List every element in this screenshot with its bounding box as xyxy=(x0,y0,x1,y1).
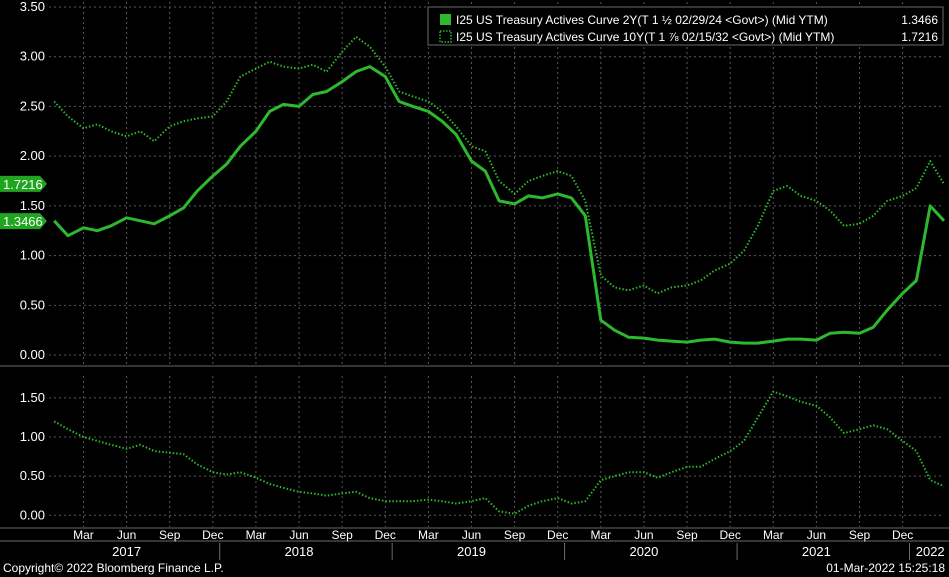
x-month-label: Dec xyxy=(892,528,913,542)
x-month-label: Jun xyxy=(462,528,481,542)
x-month-label: Mar xyxy=(73,528,94,542)
x-year-label: 2018 xyxy=(285,544,314,559)
last-value-label: 1.3466 xyxy=(0,213,47,230)
x-year-label: 2017 xyxy=(112,544,141,559)
x-month-label: Sep xyxy=(331,528,353,542)
x-year-label: 2022 xyxy=(916,544,945,559)
legend-swatch-solid xyxy=(440,14,451,25)
x-month-label: Jun xyxy=(634,528,653,542)
x-month-label: Mar xyxy=(590,528,611,542)
x-month-label: Mar xyxy=(763,528,784,542)
last-value-label: 1.7216 xyxy=(0,175,47,192)
x-month-label: Dec xyxy=(719,528,740,542)
legend-label: I25 US Treasury Actives Curve 10Y(T 1 ⅞ … xyxy=(456,30,834,44)
x-month-label: Sep xyxy=(159,528,181,542)
x-year-label: 2021 xyxy=(802,544,831,559)
x-month-label: Jun xyxy=(289,528,308,542)
chart: 0.00 0.50 1.00 1.50 2.00 2.50 3.00 3.50 1.7216 1.… xyxy=(0,0,949,560)
last-value-text: 1.7216 xyxy=(3,177,43,192)
upper-y-tick-label: 3.50 xyxy=(20,0,45,14)
upper-y-tick-label: 0.00 xyxy=(20,347,45,362)
lower-y-tick-label: 0.00 xyxy=(20,507,45,522)
timestamp-text: 01-Mar-2022 15:25:18 xyxy=(826,561,945,575)
x-month-label: Jun xyxy=(807,528,826,542)
upper-y-tick-label: 1.50 xyxy=(20,198,45,213)
lower-y-tick-label: 0.50 xyxy=(20,468,45,483)
x-month-label: Dec xyxy=(547,528,568,542)
x-year-label: 2020 xyxy=(629,544,658,559)
legend-value: 1.3466 xyxy=(901,13,938,27)
upper-y-tick-label: 2.50 xyxy=(20,98,45,113)
x-month-label: Sep xyxy=(676,528,698,542)
x-month-label: Mar xyxy=(246,528,267,542)
x-month-label: Sep xyxy=(849,528,871,542)
x-month-label: Jun xyxy=(117,528,136,542)
legend-label: I25 US Treasury Actives Curve 2Y(T 1 ½ 0… xyxy=(456,13,828,27)
last-value-text: 1.3466 xyxy=(3,214,43,229)
upper-y-tick-label: 1.00 xyxy=(20,248,45,263)
x-month-label: Dec xyxy=(202,528,223,542)
x-month-label: Dec xyxy=(375,528,396,542)
x-year-label: 2019 xyxy=(457,544,486,559)
upper-y-tick-label: 2.00 xyxy=(20,148,45,163)
upper-y-tick-label: 3.00 xyxy=(20,49,45,64)
upper-y-tick-label: 0.50 xyxy=(20,297,45,312)
x-month-label: Mar xyxy=(418,528,439,542)
legend-value: 1.7216 xyxy=(901,30,938,44)
copyright-text: Copyright© 2022 Bloomberg Finance L.P. xyxy=(3,561,224,575)
footer: Copyright© 2022 Bloomberg Finance L.P. 0… xyxy=(0,560,949,577)
legend: I25 US Treasury Actives Curve 2Y(T 1 ½ 0… xyxy=(427,6,944,46)
x-month-label: Sep xyxy=(504,528,526,542)
lower-y-tick-label: 1.00 xyxy=(20,429,45,444)
lower-y-tick-label: 1.50 xyxy=(20,390,45,405)
